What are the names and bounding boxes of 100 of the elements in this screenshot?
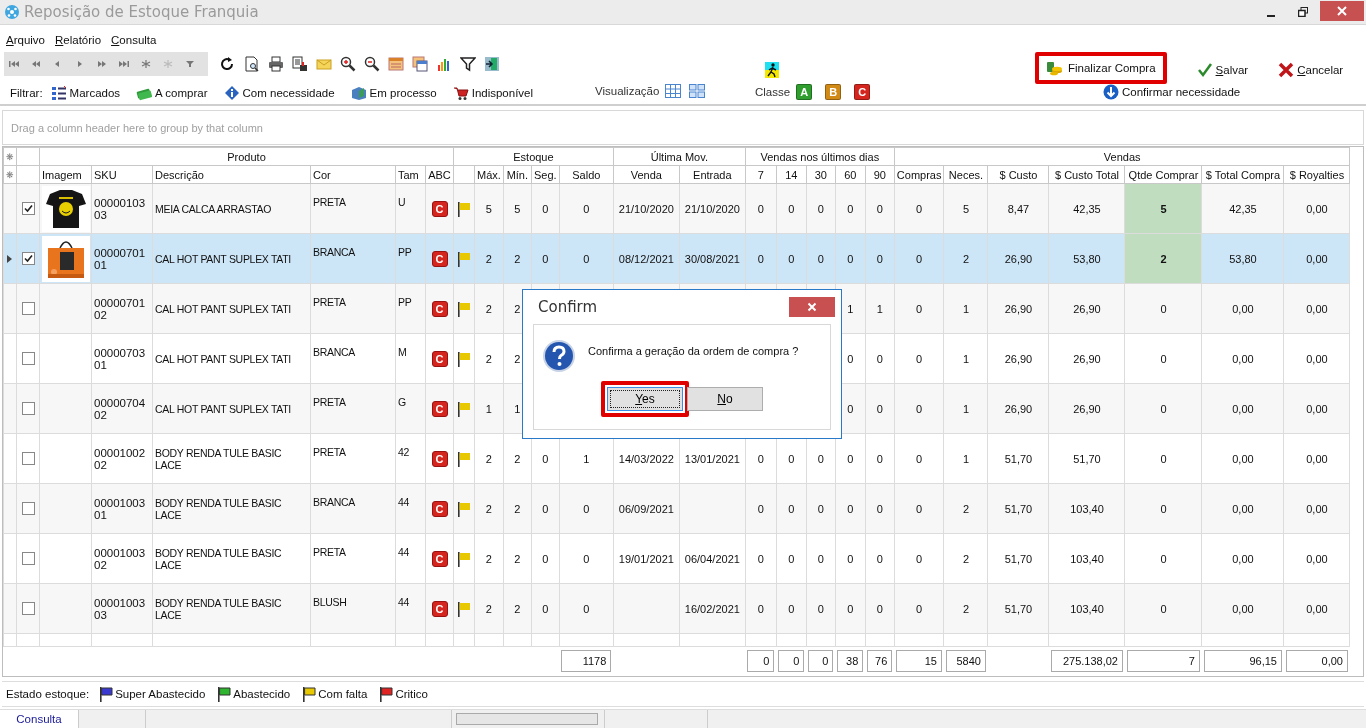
checkbox[interactable] — [21, 552, 35, 565]
document-search-icon[interactable] — [244, 56, 260, 72]
column-header[interactable]: ABC — [425, 165, 454, 184]
column-header[interactable]: 60 — [835, 165, 866, 184]
window-icon[interactable] — [388, 56, 404, 72]
table-cell: 0 — [757, 552, 764, 565]
checkbox[interactable] — [21, 252, 35, 265]
column-header[interactable]: Descrição — [152, 165, 311, 184]
table-cell: 0,00 — [1232, 402, 1254, 415]
column-header[interactable]: $ Total Compra — [1201, 165, 1284, 184]
menu-item[interactable]: Arquivo — [6, 34, 45, 52]
column-header[interactable]: $ Royalties — [1283, 165, 1350, 184]
total-field: 5840 — [945, 650, 986, 672]
cancel-button[interactable]: Cancelar — [1278, 62, 1344, 78]
next-page-icon[interactable] — [96, 59, 108, 69]
bar-chart-icon[interactable] — [436, 56, 452, 72]
windows-icon[interactable] — [412, 56, 428, 72]
table-cell: 103,40 — [1070, 602, 1104, 615]
column-header[interactable]: 90 — [865, 165, 895, 184]
table-cell: 0 — [916, 602, 923, 615]
table-cell: 103,40 — [1070, 502, 1104, 515]
table-cell: 0000070102 — [91, 283, 153, 334]
grid-view-icon[interactable] — [665, 84, 682, 98]
column-header[interactable]: Qtde Comprar — [1124, 165, 1202, 184]
table-cell: 2 — [485, 552, 492, 565]
table-cell: 2 — [485, 352, 492, 365]
zoom-out-icon[interactable] — [364, 56, 380, 72]
column-header[interactable]: Máx. — [474, 165, 504, 184]
filter-label: Filtrar: — [10, 87, 43, 99]
yes-button[interactable]: Yes — [607, 387, 683, 411]
column-header[interactable]: 14 — [776, 165, 807, 184]
close-button[interactable] — [789, 297, 835, 317]
card-view-icon[interactable] — [689, 84, 706, 98]
asterisk-icon[interactable] — [140, 59, 152, 69]
table-cell: 2 — [485, 302, 492, 315]
refresh-icon[interactable] — [220, 56, 236, 72]
column-header[interactable]: Neces. — [943, 165, 988, 184]
table-cell: MEIA CALCA ARRASTAO — [152, 183, 311, 234]
table-cell: 0 — [916, 202, 923, 215]
first-icon[interactable] — [8, 59, 20, 69]
column-header[interactable]: Seg. — [531, 165, 560, 184]
class-button[interactable]: C — [854, 84, 871, 100]
checkbox[interactable] — [21, 352, 35, 365]
column-header[interactable]: Mín. — [503, 165, 532, 184]
menu-item[interactable]: Relatório — [55, 34, 102, 52]
filter-button[interactable]: Em processo — [350, 85, 437, 101]
status-tab[interactable]: Consulta — [0, 710, 79, 728]
filter-button[interactable]: Indisponível — [452, 85, 534, 101]
table-cell: 51,70 — [1073, 452, 1101, 465]
table-cell: 0 — [788, 252, 795, 265]
column-header[interactable]: Entrada — [679, 165, 746, 184]
checkbox[interactable] — [21, 202, 35, 215]
envelope-icon[interactable] — [316, 56, 332, 72]
abc-badge: C — [431, 400, 448, 417]
table-cell: 44 — [395, 583, 426, 634]
finalize-button[interactable]: Finalizar Compra — [1035, 52, 1167, 84]
table-cell: 1 — [514, 402, 521, 415]
column-header[interactable]: Compras — [894, 165, 944, 184]
column-header[interactable]: Cor — [310, 165, 396, 184]
column-header[interactable]: $ Custo Total — [1048, 165, 1125, 184]
table-cell: 1 — [583, 452, 590, 465]
walking-figure-icon[interactable] — [765, 62, 779, 78]
confirm-need-button[interactable]: Confirmar necessidade — [1103, 84, 1241, 100]
zoom-in-icon[interactable] — [340, 56, 356, 72]
table-cell: 0 — [788, 452, 795, 465]
last-icon[interactable] — [118, 59, 130, 69]
close-button[interactable] — [1320, 1, 1364, 21]
export-icon[interactable] — [292, 56, 308, 72]
table-cell: 2 — [962, 252, 970, 265]
checkbox[interactable] — [21, 452, 35, 465]
printer-icon[interactable] — [268, 56, 284, 72]
table-cell: 26,90 — [1073, 352, 1101, 365]
menu-item[interactable]: Consulta — [111, 34, 157, 52]
funnel-icon[interactable] — [460, 56, 476, 72]
column-header[interactable]: SKU — [91, 165, 153, 184]
column-header[interactable]: Venda — [613, 165, 680, 184]
previous-page-icon[interactable] — [30, 59, 42, 69]
column-header[interactable]: Saldo — [559, 165, 614, 184]
legend-item: Critico — [395, 688, 428, 700]
total-field: 15 — [896, 650, 942, 672]
table-cell: 2 — [514, 252, 521, 265]
column-header[interactable]: Imagem — [39, 165, 92, 184]
checkbox[interactable] — [21, 602, 35, 615]
save-button[interactable]: Salvar — [1196, 62, 1249, 78]
checkbox[interactable] — [21, 302, 35, 315]
table-cell: 0 — [542, 502, 549, 515]
table-cell: 0000070101 — [91, 233, 153, 284]
table-cell: 1 — [962, 352, 970, 365]
column-header[interactable]: $ Custo — [987, 165, 1049, 184]
exit-icon[interactable] — [484, 56, 500, 72]
checkbox[interactable] — [21, 502, 35, 515]
filter-button[interactable]: Marcados — [50, 85, 121, 101]
column-header[interactable]: 30 — [806, 165, 836, 184]
column-header[interactable]: 7 — [745, 165, 777, 184]
filter-button[interactable]: Com necessidade — [223, 85, 335, 101]
no-button[interactable]: No — [687, 387, 763, 411]
table-cell: 0 — [542, 202, 549, 215]
filter-button[interactable]: A comprar — [136, 85, 208, 101]
column-header[interactable]: Tam — [395, 165, 426, 184]
checkbox[interactable] — [21, 402, 35, 415]
